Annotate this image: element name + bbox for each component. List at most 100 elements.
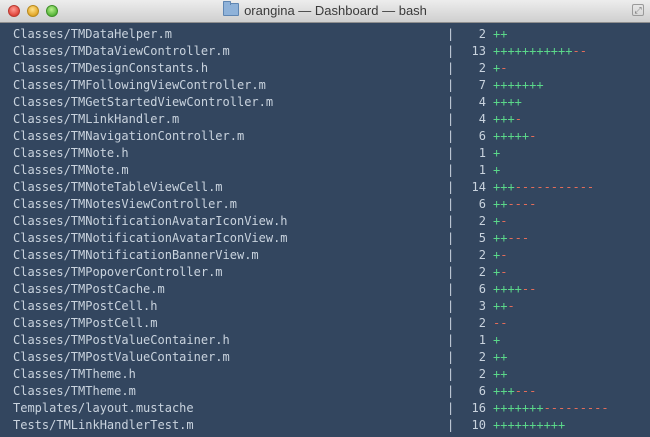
column-separator: |	[447, 78, 455, 92]
additions-bar: ++	[493, 231, 508, 245]
file-path: Classes/TMPostValueContainer.h	[13, 333, 230, 347]
diffstat-row: Classes/TMNoteTableViewCell.m | 14 +++-----…	[0, 179, 650, 196]
column-separator: |	[447, 112, 455, 126]
diffstat-row: Classes/TMNotificationAvatarIconView.h | 2…	[0, 213, 650, 230]
change-graph: +-	[493, 247, 507, 264]
change-graph: ++-	[493, 298, 515, 315]
file-path: Classes/TMNoteTableViewCell.m	[13, 180, 223, 194]
additions-bar: +	[493, 146, 501, 160]
additions-bar: +++	[493, 384, 515, 398]
deletions-bar: ---------	[543, 401, 609, 415]
change-count: 1	[478, 163, 486, 177]
change-graph: +-	[493, 264, 507, 281]
file-path: Classes/TMPostCell.h	[13, 299, 158, 313]
change-count: 6	[478, 129, 486, 143]
change-graph: +++++-	[493, 128, 536, 145]
change-graph: +++-	[493, 111, 522, 128]
diffstat-row: Classes/TMPostValueContainer.m | 2 ++	[0, 349, 650, 366]
title-bar[interactable]: orangina — Dashboard — bash ⤢	[0, 0, 650, 23]
additions-bar: ++++	[493, 95, 522, 109]
column-separator: |	[447, 333, 455, 347]
column-separator: |	[447, 265, 455, 279]
deletions-bar: -	[500, 265, 508, 279]
column-separator: |	[447, 214, 455, 228]
file-path: Classes/TMDataHelper.m	[13, 27, 172, 41]
diffstat-row: Classes/TMNote.h | 1 +	[0, 145, 650, 162]
additions-bar: ++	[493, 27, 508, 41]
diffstat-row: Tests/TMLinkHandlerTest.m | 10 ++++++++++	[0, 417, 650, 434]
change-count: 5	[478, 231, 486, 245]
window-title: orangina — Dashboard — bash	[244, 3, 427, 18]
change-count: 1	[478, 146, 486, 160]
change-count: 3	[478, 299, 486, 313]
change-count: 2	[478, 214, 486, 228]
file-path: Classes/TMNotificationBannerView.m	[13, 248, 259, 262]
change-graph: ++++++++++	[493, 417, 565, 434]
file-path: Classes/TMTheme.m	[13, 384, 136, 398]
additions-bar: +++++	[493, 129, 530, 143]
deletions-bar: ---	[507, 231, 530, 245]
diffstat-row: Classes/TMNotificationAvatarIconView.m | 5…	[0, 230, 650, 247]
change-graph: --	[493, 315, 507, 332]
file-path: Classes/TMLinkHandler.m	[13, 112, 180, 126]
file-path: Classes/TMTheme.h	[13, 367, 136, 381]
additions-bar: ++	[493, 299, 508, 313]
column-separator: |	[447, 197, 455, 211]
column-separator: |	[447, 282, 455, 296]
additions-bar: ++	[493, 197, 508, 211]
additions-bar: ++	[493, 350, 508, 364]
additions-bar: +++++++	[493, 78, 544, 92]
change-graph: +++++++---------	[493, 400, 609, 417]
additions-bar: +	[493, 333, 501, 347]
change-count: 16	[471, 401, 486, 415]
change-count: 2	[478, 248, 486, 262]
deletions-bar: -	[500, 214, 508, 228]
column-separator: |	[447, 316, 455, 330]
additions-bar: +++	[493, 112, 515, 126]
deletions-bar: --	[493, 316, 508, 330]
diffstat-row: Classes/TMDataViewController.m | 13 +++++++…	[0, 43, 650, 60]
change-graph: +	[493, 145, 500, 162]
deletions-bar: -	[529, 129, 537, 143]
deletions-bar: ---	[514, 384, 537, 398]
change-count: 2	[478, 350, 486, 364]
change-graph: +++++++	[493, 77, 544, 94]
terminal-output[interactable]: Classes/TMDataHelper.m | 2 ++ Classes/TMData…	[0, 23, 650, 437]
file-path: Classes/TMPostCache.m	[13, 282, 165, 296]
change-count: 2	[478, 367, 486, 381]
change-count: 4	[478, 112, 486, 126]
change-count: 2	[478, 61, 486, 75]
file-path: Classes/TMDataViewController.m	[13, 44, 230, 58]
change-count: 2	[478, 27, 486, 41]
additions-bar: +++++++	[493, 401, 544, 415]
deletions-bar: --	[521, 282, 537, 296]
diffstat-row: Classes/TMNavigationController.m | 6 +++++-	[0, 128, 650, 145]
file-path: Classes/TMPostCell.m	[13, 316, 158, 330]
column-separator: |	[447, 95, 455, 109]
file-path: Classes/TMPopoverController.m	[13, 265, 223, 279]
diffstat-row: Classes/TMLinkHandler.m | 4 +++-	[0, 111, 650, 128]
column-separator: |	[447, 248, 455, 262]
file-path: Classes/TMNotificationAvatarIconView.m	[13, 231, 288, 245]
file-path: Classes/TMDesignConstants.h	[13, 61, 209, 75]
diffstat-row: Classes/TMPostCell.m | 2 --	[0, 315, 650, 332]
change-count: 4	[478, 95, 486, 109]
change-graph: +-	[493, 60, 507, 77]
deletions-bar: ----	[507, 197, 537, 211]
change-count: 2	[478, 316, 486, 330]
change-count: 10	[471, 418, 486, 432]
change-graph: +++-----------	[493, 179, 594, 196]
file-path: Tests/TMLinkHandlerTest.m	[13, 418, 194, 432]
change-count: 14	[471, 180, 486, 194]
fullscreen-icon[interactable]: ⤢	[632, 4, 644, 16]
column-separator: |	[447, 27, 455, 41]
diffstat-row: Classes/TMNotificationBannerView.m | 2 +-	[0, 247, 650, 264]
column-separator: |	[447, 44, 455, 58]
column-separator: |	[447, 61, 455, 75]
additions-bar: ++++	[493, 282, 522, 296]
change-graph: ++----	[493, 196, 536, 213]
change-count: 6	[478, 197, 486, 211]
change-count: 6	[478, 384, 486, 398]
change-count: 6	[478, 282, 486, 296]
change-graph: ++	[493, 366, 507, 383]
